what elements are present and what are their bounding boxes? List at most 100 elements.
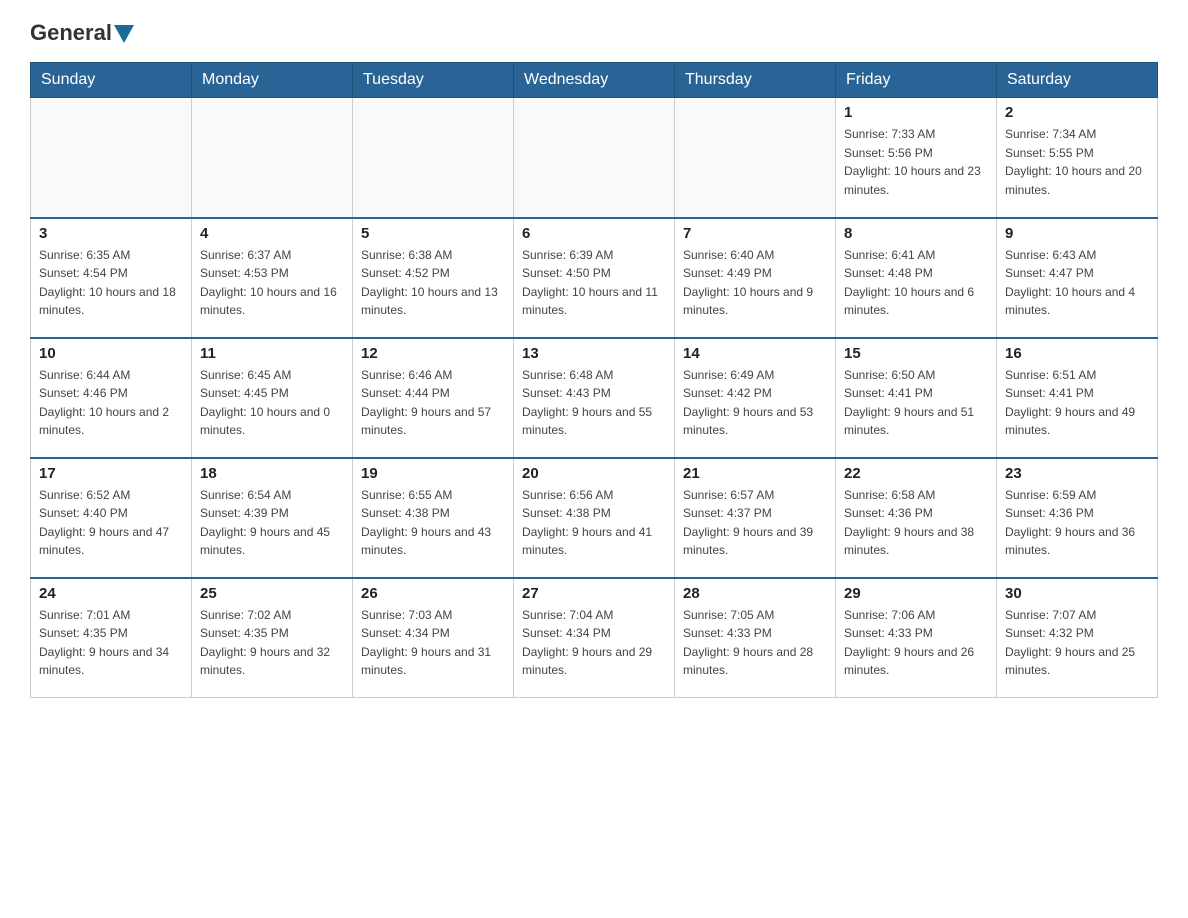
calendar-cell: 4Sunrise: 6:37 AMSunset: 4:53 PMDaylight… <box>192 218 353 338</box>
calendar-cell: 6Sunrise: 6:39 AMSunset: 4:50 PMDaylight… <box>514 218 675 338</box>
calendar-cell: 3 Sunrise: 6:35 AMSunset: 4:54 PMDaylight… <box>31 218 192 338</box>
calendar-week-row: 3 Sunrise: 6:35 AMSunset: 4:54 PMDaylight… <box>31 218 1158 338</box>
day-number: 2 <box>1005 104 1149 121</box>
day-number: 19 <box>361 465 505 482</box>
day-info: Sunrise: 7:06 AMSunset: 4:33 PMDaylight:… <box>844 606 988 680</box>
day-info: Sunrise: 7:33 AMSunset: 5:56 PMDaylight:… <box>844 125 988 199</box>
day-number: 23 <box>1005 465 1149 482</box>
day-number: 30 <box>1005 585 1149 602</box>
day-info: Sunrise: 6:54 AMSunset: 4:39 PMDaylight:… <box>200 486 344 560</box>
day-info: Sunrise: 7:03 AMSunset: 4:34 PMDaylight:… <box>361 606 505 680</box>
day-info: Sunrise: 7:01 AMSunset: 4:35 PMDaylight:… <box>39 606 183 680</box>
calendar-cell <box>31 98 192 218</box>
day-number: 14 <box>683 345 827 362</box>
day-number: 12 <box>361 345 505 362</box>
calendar-cell: 16 Sunrise: 6:51 AMSunset: 4:41 PMDayligh… <box>997 338 1158 458</box>
day-number: 8 <box>844 225 988 242</box>
calendar-cell: 25Sunrise: 7:02 AMSunset: 4:35 PMDayligh… <box>192 578 353 698</box>
calendar-cell: 5 Sunrise: 6:38 AMSunset: 4:52 PMDaylight… <box>353 218 514 338</box>
day-info: Sunrise: 6:55 AMSunset: 4:38 PMDaylight:… <box>361 486 505 560</box>
day-info: Sunrise: 6:59 AMSunset: 4:36 PMDaylight:… <box>1005 486 1149 560</box>
day-info: Sunrise: 6:56 AMSunset: 4:38 PMDaylight:… <box>522 486 666 560</box>
logo-general-text: General <box>30 20 112 46</box>
calendar-cell: 20 Sunrise: 6:56 AMSunset: 4:38 PMDayligh… <box>514 458 675 578</box>
day-info: Sunrise: 6:43 AMSunset: 4:47 PMDaylight:… <box>1005 246 1149 320</box>
calendar-week-row: 10 Sunrise: 6:44 AMSunset: 4:46 PMDayligh… <box>31 338 1158 458</box>
day-number: 16 <box>1005 345 1149 362</box>
day-info: Sunrise: 6:38 AMSunset: 4:52 PMDaylight:… <box>361 246 505 320</box>
calendar-table: SundayMondayTuesdayWednesdayThursdayFrid… <box>30 62 1158 698</box>
calendar-cell: 29 Sunrise: 7:06 AMSunset: 4:33 PMDayligh… <box>836 578 997 698</box>
calendar-cell: 8 Sunrise: 6:41 AMSunset: 4:48 PMDaylight… <box>836 218 997 338</box>
day-info: Sunrise: 7:34 AMSunset: 5:55 PMDaylight:… <box>1005 125 1149 199</box>
day-info: Sunrise: 7:05 AMSunset: 4:33 PMDaylight:… <box>683 606 827 680</box>
calendar-cell: 19 Sunrise: 6:55 AMSunset: 4:38 PMDayligh… <box>353 458 514 578</box>
day-number: 28 <box>683 585 827 602</box>
day-number: 17 <box>39 465 183 482</box>
day-info: Sunrise: 6:37 AMSunset: 4:53 PMDaylight:… <box>200 246 344 320</box>
calendar-cell: 10 Sunrise: 6:44 AMSunset: 4:46 PMDayligh… <box>31 338 192 458</box>
calendar-cell <box>675 98 836 218</box>
weekday-header-monday: Monday <box>192 63 353 98</box>
day-info: Sunrise: 6:52 AMSunset: 4:40 PMDaylight:… <box>39 486 183 560</box>
day-info: Sunrise: 6:40 AMSunset: 4:49 PMDaylight:… <box>683 246 827 320</box>
day-info: Sunrise: 6:51 AMSunset: 4:41 PMDaylight:… <box>1005 366 1149 440</box>
calendar-cell: 12 Sunrise: 6:46 AMSunset: 4:44 PMDayligh… <box>353 338 514 458</box>
day-number: 13 <box>522 345 666 362</box>
calendar-week-row: 1 Sunrise: 7:33 AMSunset: 5:56 PMDaylight… <box>31 98 1158 218</box>
weekday-header-wednesday: Wednesday <box>514 63 675 98</box>
day-number: 22 <box>844 465 988 482</box>
day-number: 26 <box>361 585 505 602</box>
calendar-cell: 27 Sunrise: 7:04 AMSunset: 4:34 PMDayligh… <box>514 578 675 698</box>
calendar-cell: 18 Sunrise: 6:54 AMSunset: 4:39 PMDayligh… <box>192 458 353 578</box>
calendar-cell: 26 Sunrise: 7:03 AMSunset: 4:34 PMDayligh… <box>353 578 514 698</box>
calendar-cell: 2 Sunrise: 7:34 AMSunset: 5:55 PMDaylight… <box>997 98 1158 218</box>
day-info: Sunrise: 6:45 AMSunset: 4:45 PMDaylight:… <box>200 366 344 440</box>
calendar-cell: 11 Sunrise: 6:45 AMSunset: 4:45 PMDayligh… <box>192 338 353 458</box>
calendar-cell: 7Sunrise: 6:40 AMSunset: 4:49 PMDaylight… <box>675 218 836 338</box>
calendar-cell: 30 Sunrise: 7:07 AMSunset: 4:32 PMDayligh… <box>997 578 1158 698</box>
calendar-cell <box>192 98 353 218</box>
day-info: Sunrise: 6:58 AMSunset: 4:36 PMDaylight:… <box>844 486 988 560</box>
day-info: Sunrise: 6:41 AMSunset: 4:48 PMDaylight:… <box>844 246 988 320</box>
day-info: Sunrise: 6:57 AMSunset: 4:37 PMDaylight:… <box>683 486 827 560</box>
weekday-header-sunday: Sunday <box>31 63 192 98</box>
day-info: Sunrise: 6:39 AMSunset: 4:50 PMDaylight:… <box>522 246 666 320</box>
day-number: 21 <box>683 465 827 482</box>
day-info: Sunrise: 6:50 AMSunset: 4:41 PMDaylight:… <box>844 366 988 440</box>
day-number: 11 <box>200 345 344 362</box>
day-number: 5 <box>361 225 505 242</box>
calendar-week-row: 17 Sunrise: 6:52 AMSunset: 4:40 PMDayligh… <box>31 458 1158 578</box>
weekday-header-saturday: Saturday <box>997 63 1158 98</box>
calendar-cell: 1 Sunrise: 7:33 AMSunset: 5:56 PMDaylight… <box>836 98 997 218</box>
day-number: 29 <box>844 585 988 602</box>
day-number: 3 <box>39 225 183 242</box>
calendar-cell: 23 Sunrise: 6:59 AMSunset: 4:36 PMDayligh… <box>997 458 1158 578</box>
day-number: 27 <box>522 585 666 602</box>
day-info: Sunrise: 6:35 AMSunset: 4:54 PMDaylight:… <box>39 246 183 320</box>
day-number: 1 <box>844 104 988 121</box>
day-info: Sunrise: 7:04 AMSunset: 4:34 PMDaylight:… <box>522 606 666 680</box>
logo-general: General <box>30 20 134 46</box>
day-number: 24 <box>39 585 183 602</box>
logo-arrow-icon <box>114 25 134 43</box>
calendar-cell <box>353 98 514 218</box>
day-number: 15 <box>844 345 988 362</box>
day-info: Sunrise: 7:07 AMSunset: 4:32 PMDaylight:… <box>1005 606 1149 680</box>
calendar-header-row: SundayMondayTuesdayWednesdayThursdayFrid… <box>31 63 1158 98</box>
day-info: Sunrise: 6:46 AMSunset: 4:44 PMDaylight:… <box>361 366 505 440</box>
weekday-header-thursday: Thursday <box>675 63 836 98</box>
calendar-cell: 13 Sunrise: 6:48 AMSunset: 4:43 PMDayligh… <box>514 338 675 458</box>
day-number: 18 <box>200 465 344 482</box>
logo: General <box>30 20 134 42</box>
day-number: 9 <box>1005 225 1149 242</box>
page-header: General <box>30 20 1158 42</box>
weekday-header-friday: Friday <box>836 63 997 98</box>
day-info: Sunrise: 6:48 AMSunset: 4:43 PMDaylight:… <box>522 366 666 440</box>
calendar-cell: 24 Sunrise: 7:01 AMSunset: 4:35 PMDayligh… <box>31 578 192 698</box>
calendar-cell: 14Sunrise: 6:49 AMSunset: 4:42 PMDayligh… <box>675 338 836 458</box>
day-number: 10 <box>39 345 183 362</box>
day-number: 20 <box>522 465 666 482</box>
day-info: Sunrise: 6:44 AMSunset: 4:46 PMDaylight:… <box>39 366 183 440</box>
calendar-week-row: 24 Sunrise: 7:01 AMSunset: 4:35 PMDayligh… <box>31 578 1158 698</box>
